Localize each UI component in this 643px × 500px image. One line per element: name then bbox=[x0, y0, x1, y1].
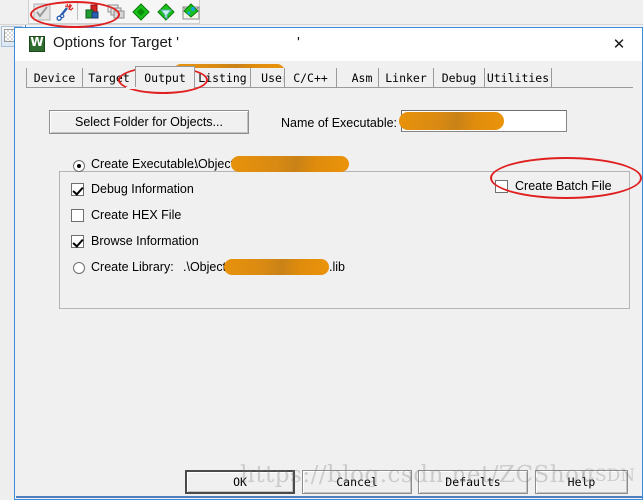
window-bottom-border bbox=[16, 496, 642, 498]
dialog-title: Options for Target ' ' bbox=[53, 34, 300, 51]
tabstrip-underline bbox=[26, 87, 633, 88]
defaults-button[interactable]: Defaults bbox=[418, 470, 528, 494]
tab-device[interactable]: Device bbox=[26, 68, 83, 88]
debug-information-checkbox[interactable] bbox=[71, 183, 84, 196]
target-options-icon[interactable] bbox=[84, 3, 102, 21]
tab-listing[interactable]: Listing bbox=[194, 68, 251, 88]
browse-information-label: Browse Information bbox=[91, 234, 199, 248]
tab-utilities[interactable]: Utilities bbox=[484, 68, 552, 88]
executable-name-redaction-block bbox=[399, 112, 504, 130]
tabstrip: Device Target Output Listing User C/C++ … bbox=[26, 66, 633, 88]
check-icon[interactable] bbox=[33, 3, 51, 21]
tab-output[interactable]: Output bbox=[135, 66, 195, 88]
filter-diamond-icon[interactable] bbox=[157, 3, 175, 21]
create-hex-file-label: Create HEX File bbox=[91, 208, 182, 222]
tab-linker[interactable]: Linker bbox=[378, 68, 434, 88]
tab-cpp[interactable]: C/C++ bbox=[284, 68, 337, 88]
close-icon[interactable]: ✕ bbox=[604, 35, 634, 55]
name-of-executable-label: Name of Executable: bbox=[281, 116, 398, 130]
ok-button[interactable]: OK bbox=[185, 470, 295, 494]
debug-information-label: Debug Information bbox=[91, 182, 194, 196]
dialog-title-prefix: Options for Target ' bbox=[53, 34, 179, 51]
create-batch-file-label: Create Batch File bbox=[515, 179, 612, 193]
active-tab-mask bbox=[126, 87, 183, 89]
options-dialog: Options for Target ' ' ✕ Device Target Ou… bbox=[14, 27, 643, 500]
create-executable-label: Create Executable: bbox=[91, 157, 198, 171]
create-executable-path-redaction-block bbox=[231, 156, 349, 172]
create-hex-file-checkbox[interactable] bbox=[71, 209, 84, 222]
cancel-button[interactable]: Cancel bbox=[302, 470, 412, 494]
create-library-label: Create Library: bbox=[91, 260, 174, 274]
toolbar-separator bbox=[77, 3, 78, 20]
tab-debug[interactable]: Debug bbox=[433, 68, 485, 88]
create-library-path-redaction-block bbox=[224, 259, 329, 275]
build-wand-icon[interactable] bbox=[56, 3, 74, 21]
create-library-radio[interactable] bbox=[73, 262, 85, 274]
ide-toolbar bbox=[0, 0, 643, 25]
package-icon[interactable] bbox=[182, 3, 200, 21]
dialog-titlebar: Options for Target ' ' ✕ bbox=[15, 28, 642, 80]
help-button[interactable]: Help bbox=[535, 470, 628, 494]
dialog-title-suffix: ' bbox=[296, 34, 300, 51]
browse-information-checkbox[interactable] bbox=[71, 235, 84, 248]
manage-windows-icon[interactable] bbox=[107, 3, 125, 21]
keil-target-icon bbox=[29, 35, 45, 52]
create-batch-file-checkbox[interactable] bbox=[495, 180, 508, 193]
select-folder-for-objects-button[interactable]: Select Folder for Objects... bbox=[49, 110, 249, 134]
green-diamond-icon[interactable] bbox=[132, 3, 150, 21]
create-executable-radio[interactable] bbox=[73, 160, 85, 172]
tab-target[interactable]: Target bbox=[82, 68, 136, 88]
screenshot-root: 3333333333333333333333333333333 bbox=[0, 0, 643, 500]
toolbar-button-strip bbox=[28, 0, 200, 24]
create-library-path-suffix: .lib bbox=[329, 260, 345, 274]
